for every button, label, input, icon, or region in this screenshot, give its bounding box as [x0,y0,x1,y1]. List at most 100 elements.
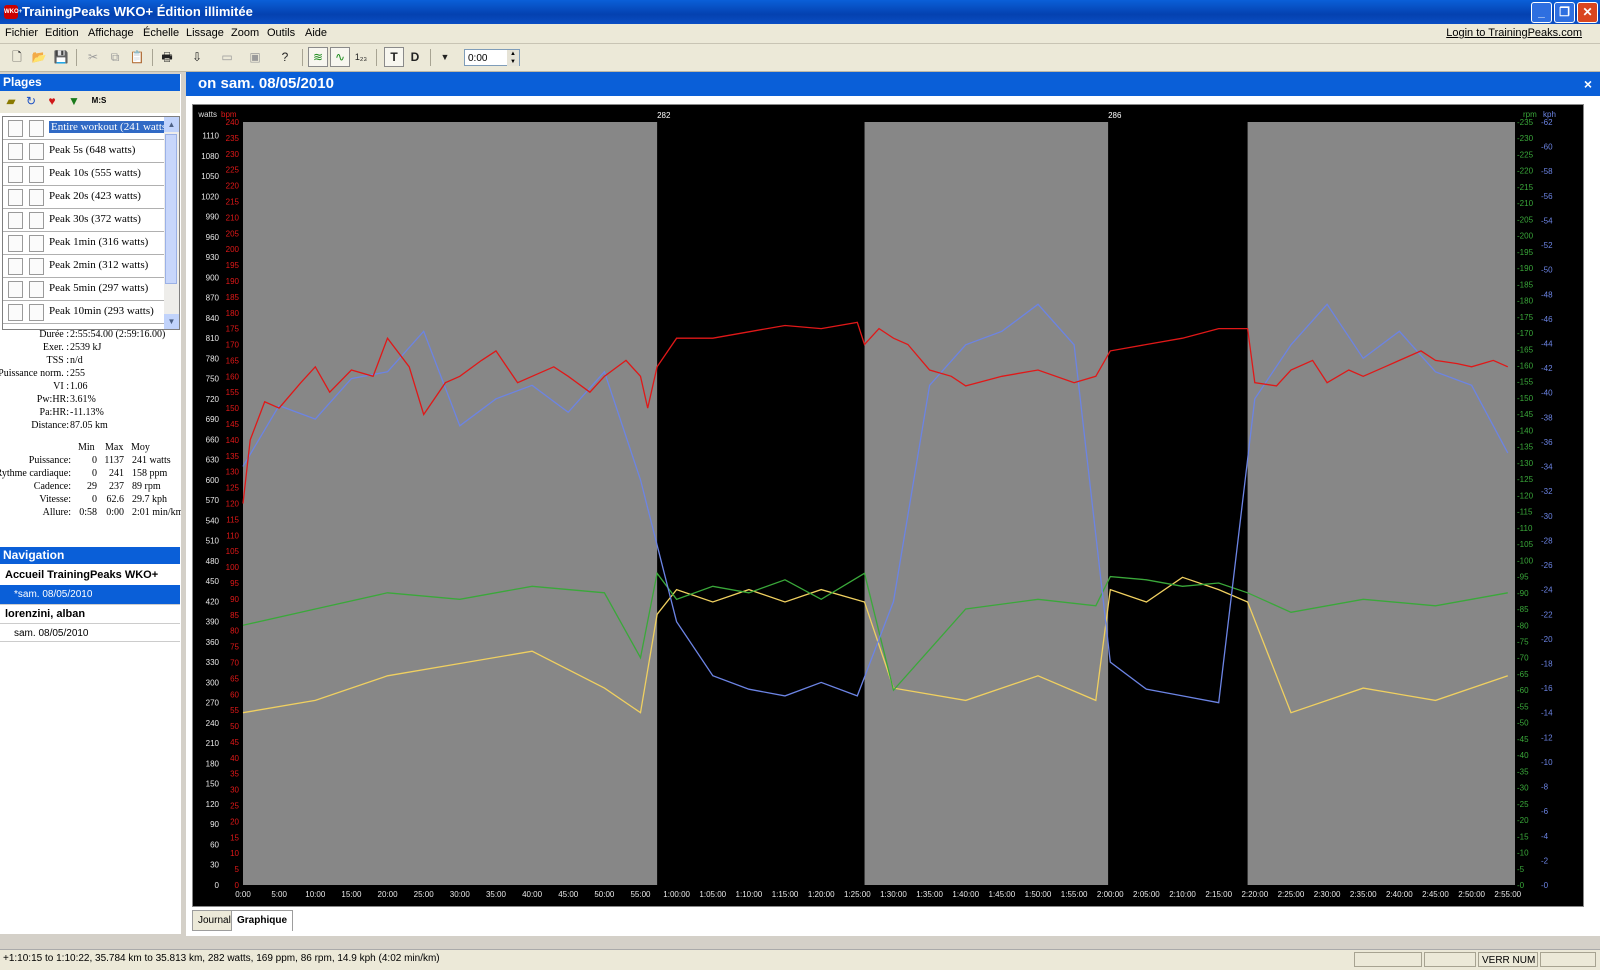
range-row[interactable]: Peak 10s (555 watts) [3,163,164,186]
y-tick-watts: 780 [206,354,220,363]
menu-echelle[interactable]: Échelle [143,27,179,39]
y-tick-watts: 30 [210,861,219,870]
y-tick-kph: -40 [1541,389,1553,398]
print-icon[interactable]: 🖶 [158,48,176,66]
range-checkbox[interactable] [8,281,23,298]
range-label: Peak 10s (555 watts) [49,167,141,179]
graph-overlay-icon[interactable]: ∿ [330,47,350,67]
range-row[interactable]: Peak 20s (423 watts) [3,186,164,209]
workout-chart[interactable]: 282 286watts bpm rpm kph03060901201501802102… [193,105,1583,906]
window-icon[interactable]: ▭ [218,48,236,66]
metric-max: 241 [109,468,124,479]
range-checkbox[interactable] [8,212,23,229]
restore-button[interactable]: ❐ [1554,2,1575,23]
summary-row: VI :1.06 [0,381,181,394]
y-tick-bpm: 95 [230,579,239,588]
spin-up-icon[interactable]: ▲ [507,50,519,58]
range-checkbox[interactable] [29,235,44,252]
range-row[interactable]: Entire workout (241 watts) [3,117,172,140]
metric-max: 237 [109,481,124,492]
scroll-thumb[interactable] [165,134,177,284]
range-row[interactable]: Peak 30s (372 watts) [3,209,164,232]
range-checkbox[interactable] [29,189,44,206]
range-label: Peak 1min (316 watts) [49,236,149,248]
graph-stacked-icon[interactable]: ≋ [308,47,328,67]
range-row[interactable]: Peak 5s (648 watts) [3,140,164,163]
summary-value: -11.13% [70,407,104,418]
menu-affichage[interactable]: Affichage [88,27,134,39]
nav-workout-selected[interactable]: *sam. 08/05/2010 [0,585,180,604]
x-tick-label: 2:15:00 [1205,890,1232,899]
menu-aide[interactable]: Aide [305,27,327,39]
y-tick-rpm: -150 [1517,394,1534,403]
range-checkbox[interactable] [8,166,23,183]
nav-athlete[interactable]: lorenzini, alban [0,604,180,623]
range-checkbox[interactable] [8,189,23,206]
x-tick-label: 2:55:00 [1494,890,1521,899]
x-tick-label: 1:45:00 [989,890,1016,899]
dropdown-arrow-icon[interactable]: ▼ [436,48,454,66]
range-checkbox[interactable] [29,166,44,183]
min-sec-toggle[interactable]: M:S [88,94,110,108]
panel-icon[interactable]: ▣ [246,48,264,66]
help-icon[interactable]: ? [276,48,294,66]
distance-axis-toggle[interactable]: D [406,48,424,66]
refresh-icon[interactable]: ↻ [24,94,38,108]
range-checkbox[interactable] [8,143,23,160]
cut-icon[interactable]: ✂ [84,48,102,66]
y-tick-kph: -36 [1541,438,1553,447]
close-view-button[interactable]: × [1584,72,1592,96]
copy-icon[interactable]: ⧉ [106,48,124,66]
y-tick-bpm: 190 [226,277,240,286]
range-checkbox[interactable] [29,304,44,321]
y-tick-rpm: -50 [1517,719,1529,728]
range-row[interactable]: Peak 2min (312 watts) [3,255,164,278]
range-checkbox[interactable] [8,120,23,137]
folder-icon[interactable]: ▰ [4,94,18,108]
range-row[interactable]: Peak 5min (297 watts) [3,278,164,301]
range-checkbox[interactable] [29,143,44,160]
close-button[interactable]: ✕ [1577,2,1598,23]
nav-home[interactable]: Accueil TrainingPeaks WKO+ [0,566,180,585]
tab-graphique[interactable]: Graphique [231,910,294,931]
range-checkbox[interactable] [29,120,44,137]
range-list-scrollbar[interactable]: ▲ ▼ [164,117,179,329]
range-row[interactable]: Peak 10min (293 watts) [3,301,164,324]
range-filter-icon[interactable]: ▼ [67,94,81,108]
menu-lissage[interactable]: Lissage [186,27,224,39]
spin-down-icon[interactable]: ▼ [507,58,519,66]
plages-toolbar: ▰ ↻ ♥ ▼ M:S [0,91,180,113]
range-checkbox[interactable] [29,281,44,298]
save-icon[interactable]: 💾 [52,48,70,66]
range-checkbox[interactable] [29,212,44,229]
x-tick-label: 10:00 [305,890,326,899]
summary-label: TSS : [46,355,69,366]
y-tick-bpm: 25 [230,802,239,811]
paste-icon[interactable]: 📋 [128,48,146,66]
scroll-down-icon[interactable]: ▼ [164,314,179,329]
menu-edition[interactable]: Edition [45,27,79,39]
login-link[interactable]: Login to TrainingPeaks.com [1446,27,1582,39]
time-axis-toggle[interactable]: T [384,47,404,67]
menu-zoom[interactable]: Zoom [231,27,259,39]
scroll-up-icon[interactable]: ▲ [164,117,179,132]
metric-max: 62.6 [106,494,125,505]
minimize-button[interactable]: _ [1531,2,1552,23]
nav-workout[interactable]: sam. 08/05/2010 [0,623,180,642]
y-tick-bpm: 80 [230,627,239,636]
new-file-icon[interactable]: 🗋 [8,48,26,66]
y-tick-rpm: -165 [1517,345,1534,354]
range-checkbox[interactable] [8,258,23,275]
range-row[interactable]: Peak 1min (316 watts) [3,232,164,255]
x-tick-label: 50:00 [594,890,615,899]
numbers-icon[interactable]: 1₂₃ [352,48,370,66]
range-checkbox[interactable] [8,304,23,321]
open-folder-icon[interactable]: 📂 [30,48,48,66]
heart-icon[interactable]: ♥ [45,94,59,108]
import-device-icon[interactable]: ⇩ [188,48,206,66]
range-checkbox[interactable] [8,235,23,252]
range-checkbox[interactable] [29,258,44,275]
menu-fichier[interactable]: Fichier [5,27,38,39]
menu-outils[interactable]: Outils [267,27,295,39]
y-tick-bpm: 70 [230,658,239,667]
